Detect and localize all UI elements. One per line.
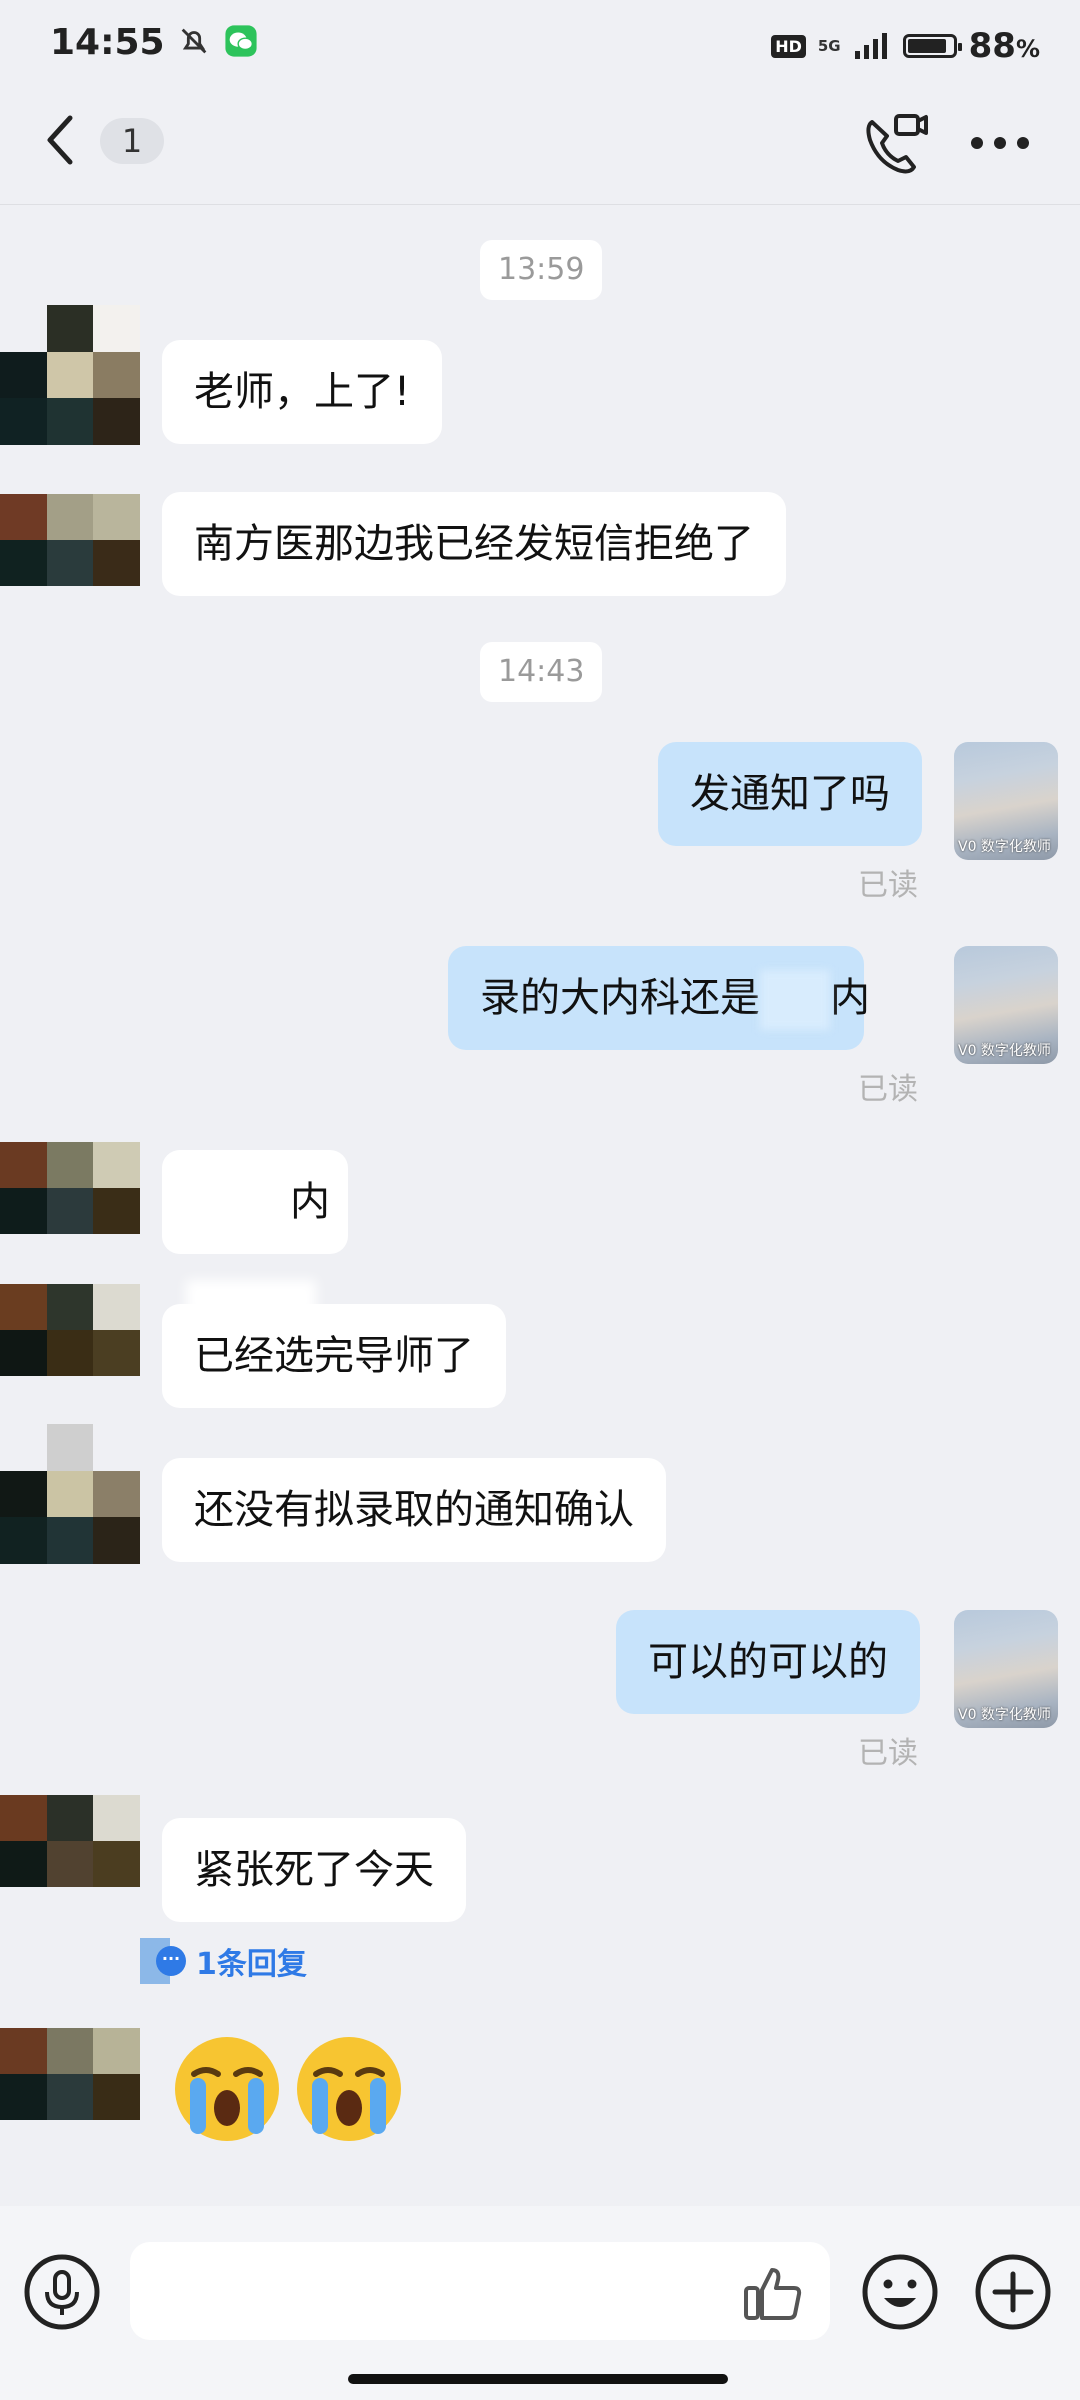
contact-avatar[interactable] — [0, 1424, 140, 1564]
read-status: 已读 — [858, 1072, 918, 1107]
more-actions-button[interactable] — [973, 2252, 1053, 2332]
battery-percent: 88% — [968, 26, 1040, 66]
contact-avatar[interactable] — [0, 1284, 140, 1376]
timestamp: 13:59 — [480, 240, 603, 300]
status-time: 14:55 — [50, 22, 258, 63]
status-indicators: HD 5G 88% — [771, 26, 1040, 66]
reply-bubble-icon: ··· — [140, 1938, 186, 1984]
wechat-icon — [225, 25, 257, 57]
message-bubble-incoming[interactable]: 内 — [162, 1150, 348, 1254]
message-bubble-incoming[interactable]: 还没有拟录取的通知确认 — [162, 1458, 666, 1562]
plus-icon — [975, 2254, 1051, 2330]
redaction-blur — [162, 1150, 292, 1254]
message-bubble-incoming[interactable]: 老师，上了! — [162, 340, 443, 444]
loudly-crying-emoji-icon[interactable] — [294, 2034, 404, 2144]
message-input[interactable] — [130, 2242, 830, 2340]
thread-reply-link[interactable]: ··· 1条回复 — [140, 1938, 307, 1984]
unread-badge[interactable]: 1 — [100, 118, 164, 164]
like-button[interactable] — [742, 2262, 806, 2322]
header-divider — [0, 204, 1080, 205]
back-button[interactable] — [40, 110, 80, 170]
hd-badge: HD — [771, 34, 806, 58]
message-bubble-incoming[interactable]: 紧张死了今天 — [162, 1818, 466, 1922]
contact-avatar[interactable] — [0, 305, 140, 445]
more-options-button[interactable] — [965, 118, 1035, 168]
contact-avatar[interactable] — [0, 2028, 140, 2120]
contact-avatar[interactable] — [0, 1142, 140, 1234]
loudly-crying-emoji-icon[interactable] — [172, 2034, 282, 2144]
my-avatar[interactable]: V0 数字化教师 — [954, 742, 1058, 860]
message-bubble-outgoing[interactable]: 可以的可以的 — [616, 1610, 920, 1714]
mute-bell-icon — [181, 28, 207, 54]
message-text: 内 — [290, 1179, 330, 1225]
read-status: 已读 — [858, 868, 918, 903]
microphone-icon — [24, 2254, 100, 2330]
home-indicator[interactable] — [348, 2374, 728, 2384]
call-button[interactable] — [860, 108, 930, 178]
message-bubble-outgoing[interactable]: 录的大内科还是 内 — [448, 946, 870, 1050]
message-bubble-incoming[interactable]: 已经选完导师了 — [162, 1304, 506, 1408]
smiley-icon — [862, 2254, 938, 2330]
voice-input-button[interactable] — [22, 2252, 102, 2332]
more-horizontal-icon — [971, 137, 1029, 149]
my-avatar[interactable]: V0 数字化教师 — [954, 1610, 1058, 1728]
network-type: 5G — [817, 37, 841, 55]
timestamp: 14:43 — [480, 642, 603, 702]
emoji-button[interactable] — [860, 2252, 940, 2332]
battery-icon — [902, 34, 962, 58]
reply-count: 1条回复 — [196, 1947, 307, 1982]
message-bubble-incoming[interactable]: 南方医那边我已经发短信拒绝了 — [162, 492, 786, 596]
video-call-icon — [866, 114, 928, 174]
message-text: 内 — [830, 975, 870, 1021]
signal-icon — [854, 33, 887, 59]
thumbs-up-icon — [744, 2268, 802, 2320]
chevron-left-icon — [47, 115, 73, 165]
contact-avatar[interactable] — [0, 494, 140, 586]
message-bubble-outgoing[interactable]: 发通知了吗 — [658, 742, 922, 846]
redaction-blur — [760, 970, 830, 1030]
contact-avatar[interactable] — [0, 1795, 140, 1887]
read-status: 已读 — [858, 1736, 918, 1771]
my-avatar[interactable]: V0 数字化教师 — [954, 946, 1058, 1064]
message-text: 录的大内科还是 — [480, 975, 760, 1021]
